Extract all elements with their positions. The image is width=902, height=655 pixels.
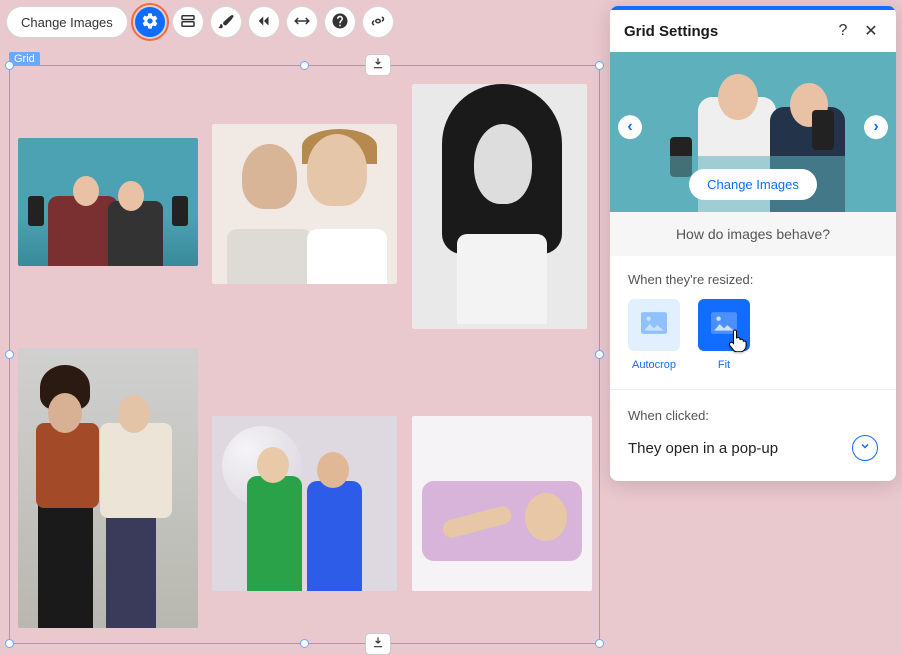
hero-change-images-button[interactable]: Change Images xyxy=(689,169,817,200)
section-question: How do images behave? xyxy=(610,212,896,256)
brush-icon xyxy=(217,12,235,33)
grid-image[interactable] xyxy=(412,416,592,591)
resize-handle[interactable] xyxy=(5,350,14,359)
resize-handle[interactable] xyxy=(595,350,604,359)
download-icon xyxy=(371,56,385,75)
double-chevron-left-icon xyxy=(255,12,273,33)
fit-option[interactable]: Fit xyxy=(698,299,750,371)
grid-image[interactable] xyxy=(212,416,397,591)
close-icon: ✕ xyxy=(864,21,877,41)
layout-button[interactable] xyxy=(172,6,204,38)
chevron-down-icon xyxy=(859,439,871,457)
click-label: When clicked: xyxy=(628,408,878,423)
attach-top-button[interactable] xyxy=(365,54,391,76)
layout-icon xyxy=(179,12,197,33)
more-button[interactable] xyxy=(362,6,394,38)
question-icon xyxy=(331,12,349,33)
image-icon xyxy=(641,312,667,339)
hero-next-button[interactable]: › xyxy=(864,115,888,139)
resize-handle[interactable] xyxy=(595,639,604,648)
resize-handle[interactable] xyxy=(595,61,604,70)
attach-bottom-button[interactable] xyxy=(365,633,391,655)
click-behavior-expand[interactable] xyxy=(852,435,878,461)
autocrop-option[interactable]: Autocrop xyxy=(628,299,680,371)
grid-selection[interactable] xyxy=(9,65,600,644)
panel-title: Grid Settings xyxy=(624,23,826,40)
gear-icon xyxy=(141,12,159,33)
design-button[interactable] xyxy=(210,6,242,38)
top-toolbar: Change Images xyxy=(6,6,394,38)
hero-prev-button[interactable]: ‹ xyxy=(618,115,642,139)
grid-image[interactable] xyxy=(212,124,397,284)
animation-button[interactable] xyxy=(248,6,280,38)
chevron-right-icon: › xyxy=(873,118,878,136)
help-button[interactable] xyxy=(324,6,356,38)
grid-image[interactable] xyxy=(412,84,587,329)
panel-hero-preview: ‹ › Change Images xyxy=(610,52,896,212)
image-icon xyxy=(711,312,737,339)
fit-option-label: Fit xyxy=(718,359,730,371)
download-icon xyxy=(371,635,385,654)
panel-help-button[interactable]: ? xyxy=(832,20,854,42)
panel-header: Grid Settings ? ✕ xyxy=(610,10,896,52)
resize-handle[interactable] xyxy=(5,61,14,70)
click-behavior-value: They open in a pop-up xyxy=(628,440,778,457)
grid-settings-panel: Grid Settings ? ✕ ‹ › Change Images How … xyxy=(610,6,896,481)
grid-image[interactable] xyxy=(18,138,198,266)
click-behavior-row[interactable]: They open in a pop-up xyxy=(628,435,878,461)
resize-options: Autocrop Fit xyxy=(628,299,878,371)
grid-image[interactable] xyxy=(18,348,198,628)
divider xyxy=(610,389,896,390)
resize-handle[interactable] xyxy=(300,639,309,648)
change-images-button[interactable]: Change Images xyxy=(6,6,128,38)
link-arrows-icon xyxy=(369,12,387,33)
stretch-icon xyxy=(293,12,311,33)
settings-button[interactable] xyxy=(134,6,166,38)
resize-handle[interactable] xyxy=(5,639,14,648)
panel-close-button[interactable]: ✕ xyxy=(860,20,882,42)
stretch-button[interactable] xyxy=(286,6,318,38)
question-icon: ? xyxy=(839,22,848,40)
autocrop-option-label: Autocrop xyxy=(632,359,676,371)
resize-label: When they're resized: xyxy=(628,272,878,287)
chevron-left-icon: ‹ xyxy=(627,118,632,136)
panel-body: When they're resized: Autocrop Fit xyxy=(610,256,896,481)
resize-handle[interactable] xyxy=(300,61,309,70)
